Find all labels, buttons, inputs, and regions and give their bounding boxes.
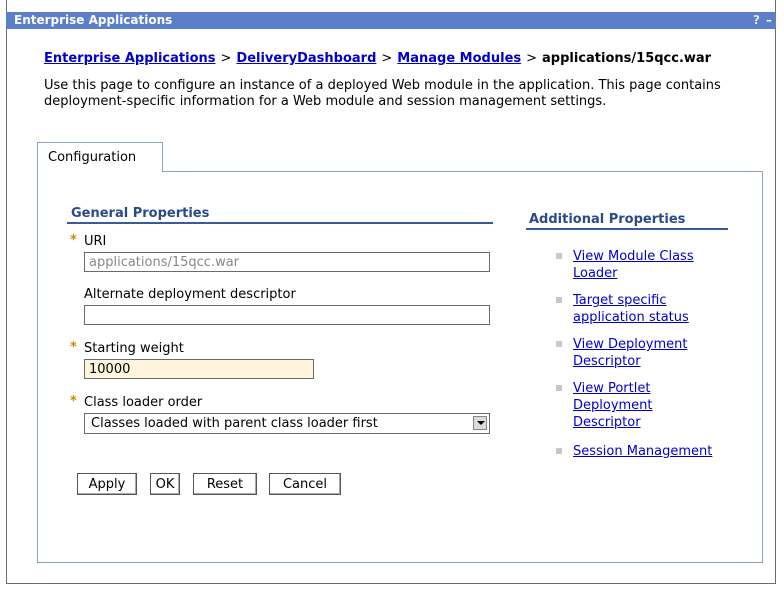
additional-properties-heading: Additional Properties: [529, 212, 686, 227]
uri-field: [84, 252, 490, 272]
breadcrumb-separator: >: [526, 51, 538, 66]
link-target-specific-application-status[interactable]: Target specific application status: [573, 292, 723, 326]
alt-dd-label: Alternate deployment descriptor: [84, 287, 296, 302]
bullet-icon: [556, 385, 562, 391]
bullet-icon: [556, 297, 562, 303]
starting-weight-label: Starting weight: [84, 341, 184, 356]
breadcrumb-link-manage-modules[interactable]: Manage Modules: [397, 51, 521, 66]
class-loader-select[interactable]: Classes loaded with parent class loader …: [84, 413, 490, 434]
tab-label: Configuration: [48, 150, 137, 165]
minimize-icon[interactable]: –: [766, 13, 772, 27]
help-icon[interactable]: ?: [753, 13, 760, 27]
reset-button[interactable]: Reset: [193, 473, 257, 495]
link-view-deployment-descriptor[interactable]: View Deployment Descriptor: [573, 336, 723, 370]
breadcrumb-link-delivery-dashboard[interactable]: DeliveryDashboard: [236, 51, 376, 66]
page-description: Use this page to configure an instance o…: [44, 78, 721, 109]
breadcrumb: Enterprise Applications > DeliveryDashboar…: [44, 51, 711, 66]
breadcrumb-current: applications/15qcc.war: [542, 51, 712, 66]
link-session-management[interactable]: Session Management: [573, 443, 723, 460]
additional-properties-divider: [526, 228, 728, 230]
link-view-portlet-deployment-descriptor[interactable]: View Portlet Deployment Descriptor: [573, 380, 723, 431]
required-marker: *: [70, 394, 77, 409]
breadcrumb-separator: >: [220, 51, 232, 66]
dropdown-arrow-icon[interactable]: [473, 416, 487, 430]
bullet-icon: [556, 448, 562, 454]
required-marker: *: [70, 233, 77, 248]
class-loader-label: Class loader order: [84, 395, 203, 410]
starting-weight-field[interactable]: [84, 359, 314, 379]
breadcrumb-separator: >: [381, 51, 393, 66]
apply-button[interactable]: Apply: [77, 473, 137, 495]
window-title: Enterprise Applications: [14, 13, 173, 27]
general-properties-heading: General Properties: [71, 206, 210, 221]
tab-configuration[interactable]: Configuration: [37, 142, 163, 172]
ok-button[interactable]: OK: [150, 473, 180, 495]
link-view-module-class-loader[interactable]: View Module Class Loader: [573, 248, 723, 282]
window-titlebar: Enterprise Applications ? –: [6, 12, 776, 29]
required-marker: *: [70, 340, 77, 355]
bullet-icon: [556, 341, 562, 347]
bullet-icon: [556, 253, 562, 259]
cancel-button[interactable]: Cancel: [269, 473, 341, 495]
general-properties-divider: [67, 222, 493, 224]
alt-dd-field[interactable]: [84, 305, 490, 325]
breadcrumb-link-enterprise-applications[interactable]: Enterprise Applications: [44, 51, 216, 66]
class-loader-value: Classes loaded with parent class loader …: [91, 416, 378, 431]
uri-label: URI: [84, 234, 107, 249]
